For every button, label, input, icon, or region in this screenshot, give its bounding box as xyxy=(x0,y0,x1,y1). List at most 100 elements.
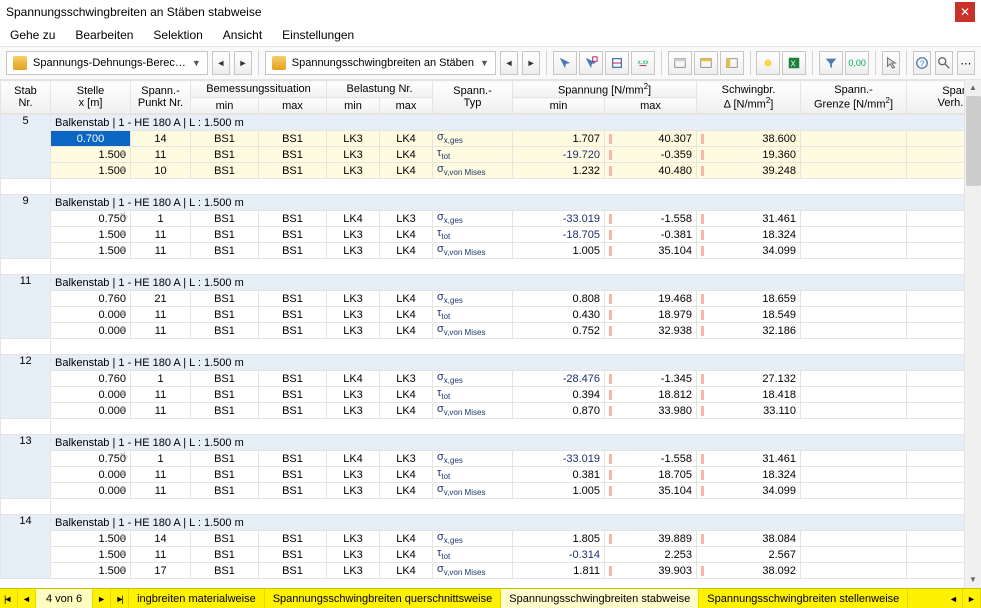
cell[interactable]: σx,ges xyxy=(433,451,513,467)
group-row[interactable]: 5Balkenstab | 1 - HE 180 A | L : 1.500 m xyxy=(1,115,965,131)
cell[interactable]: BS1 xyxy=(191,243,259,259)
cell[interactable] xyxy=(801,483,907,499)
cell[interactable]: σv,von Mises xyxy=(433,403,513,419)
cell[interactable]: BS1 xyxy=(259,163,327,179)
cell[interactable] xyxy=(801,243,907,259)
cell[interactable] xyxy=(801,211,907,227)
cell[interactable]: LK4 xyxy=(380,531,433,547)
cell[interactable]: σx,ges xyxy=(433,371,513,387)
cell[interactable] xyxy=(907,483,965,499)
hdr-nr[interactable]: StabNr. xyxy=(1,81,51,114)
cell[interactable]: LK4 xyxy=(380,467,433,483)
cell[interactable]: BS1 xyxy=(191,563,259,579)
cell[interactable] xyxy=(801,451,907,467)
menu-selektion[interactable]: Selektion xyxy=(153,28,202,42)
cell[interactable]: 19.468 xyxy=(605,291,697,307)
cell[interactable]: 1.005 xyxy=(513,483,605,499)
next-page-button[interactable]: ► xyxy=(93,589,111,608)
cell[interactable]: 39.248 xyxy=(697,163,801,179)
cell[interactable]: LK4 xyxy=(380,163,433,179)
cell[interactable]: LK3 xyxy=(327,483,380,499)
cell[interactable]: 11 xyxy=(131,547,191,563)
hdr-delta[interactable]: Schwingbr.Δ [N/mm2] xyxy=(697,81,801,114)
cell[interactable]: LK3 xyxy=(380,371,433,387)
cell[interactable]: LK3 xyxy=(327,323,380,339)
cell[interactable] xyxy=(801,291,907,307)
cell[interactable]: LK3 xyxy=(327,403,380,419)
cell[interactable]: LK4 xyxy=(327,451,380,467)
tool-filter[interactable] xyxy=(819,51,843,75)
cell[interactable]: 1.805 xyxy=(513,531,605,547)
cell[interactable] xyxy=(801,131,907,147)
cell[interactable]: LK4 xyxy=(380,387,433,403)
cell[interactable]: 39.903 xyxy=(605,563,697,579)
menu-bearbeiten[interactable]: Bearbeiten xyxy=(75,28,133,42)
tool-light[interactable] xyxy=(756,51,780,75)
cell[interactable]: 21 xyxy=(131,291,191,307)
cell[interactable]: BS1 xyxy=(191,163,259,179)
cell[interactable] xyxy=(801,403,907,419)
prev-page-button[interactable]: ◄ xyxy=(18,589,36,608)
tab-scroll-left[interactable]: ◄ xyxy=(945,589,963,608)
row-number[interactable]: 9 xyxy=(1,195,51,259)
row-number[interactable]: 13 xyxy=(1,435,51,499)
hdr-stelle[interactable]: Stellex [m] xyxy=(51,81,131,114)
prev-case-button[interactable]: ◄ xyxy=(212,51,230,75)
cell[interactable]: 38.600 xyxy=(697,131,801,147)
table-row[interactable]: 1.500⊼14BS1BS1LK3LK4σx,ges1.80539.88938.… xyxy=(1,531,965,547)
cell[interactable]: 2.567 xyxy=(697,547,801,563)
cell[interactable]: BS1 xyxy=(259,547,327,563)
cell[interactable]: τtot xyxy=(433,147,513,163)
cell[interactable]: BS1 xyxy=(259,323,327,339)
table-row[interactable]: 1.500⊼11BS1BS1LK3LK4τtot-19.720-0.35919.… xyxy=(1,147,965,163)
tab-stabweise[interactable]: Spannungsschwingbreiten stabweise xyxy=(501,589,699,608)
cell[interactable]: 19.360 xyxy=(697,147,801,163)
cell[interactable] xyxy=(907,147,965,163)
cell[interactable]: 18.705 xyxy=(605,467,697,483)
cell[interactable] xyxy=(907,563,965,579)
cell[interactable] xyxy=(801,563,907,579)
cell[interactable]: 34.099 xyxy=(697,243,801,259)
cell[interactable]: BS1 xyxy=(191,531,259,547)
cell[interactable]: 10 xyxy=(131,163,191,179)
table-row[interactable]: 0.750¹/₂1BS1BS1LK4LK3σx,ges-33.019-1.558… xyxy=(1,211,965,227)
cell[interactable]: 11 xyxy=(131,387,191,403)
cell[interactable] xyxy=(801,547,907,563)
cell[interactable]: τtot xyxy=(433,307,513,323)
tab-material[interactable]: ingbreiten materialweise xyxy=(129,589,265,608)
cell[interactable]: 0.000⊼ xyxy=(51,403,131,419)
cell[interactable]: LK3 xyxy=(327,563,380,579)
cell[interactable]: 27.132 xyxy=(697,371,801,387)
cell[interactable]: 11 xyxy=(131,227,191,243)
cell[interactable] xyxy=(801,323,907,339)
cell[interactable]: BS1 xyxy=(259,131,327,147)
cell[interactable]: -0.314 xyxy=(513,547,605,563)
cell[interactable]: 18.418 xyxy=(697,387,801,403)
cell[interactable]: 0.394 xyxy=(513,387,605,403)
last-page-button[interactable]: ►| xyxy=(111,589,129,608)
cell[interactable]: BS1 xyxy=(191,211,259,227)
cell[interactable]: BS1 xyxy=(191,307,259,323)
cell[interactable] xyxy=(907,323,965,339)
cell[interactable]: 14 xyxy=(131,131,191,147)
cell[interactable]: 1.500⊼ xyxy=(51,547,131,563)
cell[interactable]: BS1 xyxy=(259,403,327,419)
table-row[interactable]: 0.000⊼11BS1BS1LK3LK4σv,von Mises0.87033.… xyxy=(1,403,965,419)
cell[interactable]: BS1 xyxy=(191,291,259,307)
cell[interactable]: 2.253 xyxy=(605,547,697,563)
cell[interactable] xyxy=(907,371,965,387)
cell[interactable] xyxy=(907,547,965,563)
tool-table-b[interactable] xyxy=(694,51,718,75)
cell[interactable]: 39.889 xyxy=(605,531,697,547)
cell[interactable]: 0.381 xyxy=(513,467,605,483)
cell[interactable]: BS1 xyxy=(259,467,327,483)
cell[interactable]: 11 xyxy=(131,403,191,419)
tool-decimal[interactable]: x.xx xyxy=(631,51,655,75)
hdr-spn[interactable]: Spannung [N/mm2] xyxy=(513,81,697,98)
cell[interactable]: 14 xyxy=(131,531,191,547)
cell[interactable]: -33.019 xyxy=(513,451,605,467)
cell[interactable]: τtot xyxy=(433,227,513,243)
row-number[interactable]: 5 xyxy=(1,115,51,179)
group-row[interactable]: 14Balkenstab | 1 - HE 180 A | L : 1.500 … xyxy=(1,515,965,531)
cell[interactable] xyxy=(907,307,965,323)
